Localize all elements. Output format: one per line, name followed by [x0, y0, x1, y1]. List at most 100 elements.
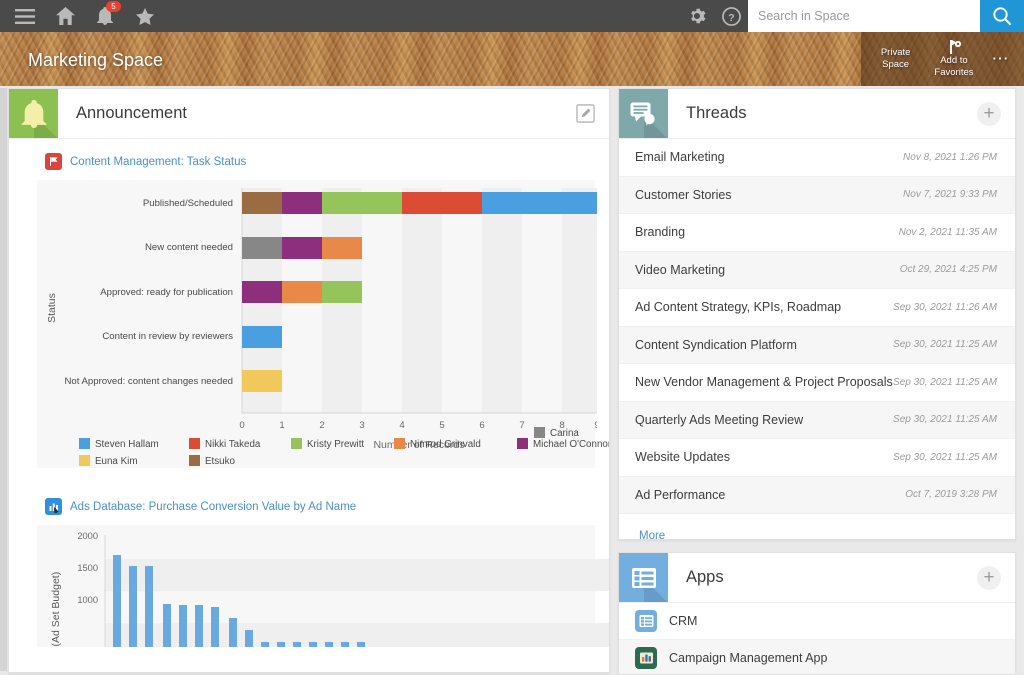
bar-not-approved	[242, 370, 282, 392]
add-to-favorites-icon	[934, 40, 973, 54]
announcement-body: Content Management: Task Status	[9, 139, 609, 647]
thread-date: Nov 2, 2021 11:35 AM	[899, 227, 997, 238]
apps-list-grid-icon	[619, 553, 668, 602]
more-options-ellipsis-icon[interactable]: ⋯	[986, 49, 1024, 69]
svg-text:Carina: Carina	[550, 428, 579, 439]
thread-date: Sep 30, 2021 11:25 AM	[893, 377, 997, 388]
thread-row[interactable]: Branding Nov 2, 2021 11:35 AM	[619, 214, 1015, 252]
notifications-badge: 5	[106, 1, 121, 12]
chart1-legend: Steven Hallam Nikki Takeda Kristy Prewit…	[79, 435, 610, 473]
space-dashboard: 5 ?	[0, 0, 1024, 671]
svg-text:Nimrod Grinvald: Nimrod Grinvald	[410, 439, 481, 450]
bar-published-scheduled	[242, 192, 597, 214]
search-input[interactable]	[748, 0, 980, 32]
settings-gear-icon[interactable]	[680, 0, 714, 32]
thread-row[interactable]: Website Updates Sep 30, 2021 11:25 AM	[619, 439, 1015, 477]
svg-text:1: 1	[279, 420, 284, 431]
thread-name: Ad Performance	[635, 488, 725, 502]
report-link-row-2[interactable]: Ads Database: Purchase Conversion Value …	[9, 468, 609, 525]
svg-text:7: 7	[519, 420, 524, 431]
thread-date: Sep 30, 2021 11:26 AM	[893, 302, 997, 313]
plus-icon: +	[977, 102, 1001, 126]
notifications-bell-icon[interactable]: 5	[94, 5, 116, 27]
threads-more-row: More	[619, 514, 1015, 556]
bar-approved-ready	[242, 281, 362, 303]
svg-text:1000: 1000	[77, 595, 98, 605]
apps-add-button[interactable]: +	[977, 566, 1001, 590]
svg-text:Approved: ready for publicatio: Approved: ready for publication	[100, 287, 233, 298]
announcement-bell-icon	[9, 89, 58, 138]
chart1-legend-carina: Carina	[534, 425, 586, 441]
svg-text:1500: 1500	[77, 563, 98, 573]
threads-more-link[interactable]: More	[639, 530, 665, 542]
chart-cursor-icon	[45, 498, 62, 515]
announcement-card: Announcement Content Manage	[8, 88, 610, 673]
right-column: Threads + Email Marketing Nov 8, 2021 1:…	[618, 88, 1016, 671]
purchase-conversion-chart: 2000 1500 1000 ge(Ad Set Budget)	[37, 525, 595, 647]
thread-row[interactable]: Ad Content Strategy, KPIs, Roadmap Sep 3…	[619, 289, 1015, 327]
space-banner: Marketing Space Private Space Add to Fav…	[0, 32, 1024, 86]
svg-text:New content needed: New content needed	[145, 242, 233, 253]
bar-content-in-review	[242, 326, 282, 348]
thread-date: Sep 30, 2021 11:25 AM	[893, 452, 997, 463]
threads-add-button[interactable]: +	[977, 102, 1001, 126]
svg-text:5: 5	[439, 420, 444, 431]
thread-row[interactable]: New Vendor Management & Project Proposal…	[619, 364, 1015, 402]
svg-text:Euna Kim: Euna Kim	[95, 456, 137, 467]
top-nav-right-group: ?	[680, 0, 1024, 32]
home-icon[interactable]	[54, 5, 76, 27]
report-link-1[interactable]: Content Management: Task Status	[70, 156, 246, 168]
banner-actions: Private Space Add to Favorites ⋯	[861, 32, 1024, 86]
thread-date: Oct 7, 2019 3:28 PM	[905, 489, 997, 500]
chart2-band-1	[105, 559, 610, 591]
edit-pencil-icon	[576, 104, 595, 123]
add-to-favorites-line1: Add to	[940, 55, 967, 66]
left-column: Announcement Content Manage	[8, 88, 610, 671]
private-space-indicator[interactable]: Private Space	[869, 47, 923, 71]
threads-header: Threads +	[619, 89, 1015, 139]
bar-new-content-needed	[242, 237, 362, 259]
thread-name: Email Marketing	[635, 150, 725, 164]
app-list-item-campaign[interactable]: Campaign Management App	[619, 640, 1015, 675]
plus-icon: +	[977, 566, 1001, 590]
thread-name: Quarterly Ads Meeting Review	[635, 413, 803, 427]
svg-text:Published/Scheduled: Published/Scheduled	[143, 198, 233, 209]
hamburger-menu-icon[interactable]	[14, 5, 36, 27]
thread-row[interactable]: Quarterly Ads Meeting Review Sep 30, 202…	[619, 402, 1015, 440]
thread-name: Branding	[635, 225, 685, 239]
svg-text:?: ?	[728, 12, 734, 23]
thread-row[interactable]: Ad Performance Oct 7, 2019 3:28 PM	[619, 477, 1015, 515]
svg-text:4: 4	[399, 420, 405, 431]
report-link-row-1[interactable]: Content Management: Task Status	[9, 139, 609, 180]
task-status-chart: Status Published/Scheduled New content n…	[37, 180, 595, 468]
thread-row[interactable]: Content Syndication Platform Sep 30, 202…	[619, 327, 1015, 365]
thread-row[interactable]: Customer Stories Nov 7, 2021 9:33 PM	[619, 177, 1015, 215]
private-space-line1: Private	[881, 47, 911, 58]
threads-list: Email Marketing Nov 8, 2021 1:26 PM Cust…	[619, 139, 1015, 514]
thread-name: Ad Content Strategy, KPIs, Roadmap	[635, 300, 841, 314]
favorites-star-icon[interactable]	[134, 5, 156, 27]
thread-date: Sep 30, 2021 11:25 AM	[893, 339, 997, 350]
purchase-conversion-chart-svg: 2000 1500 1000 ge(Ad Set Budget)	[37, 525, 610, 647]
announcement-edit-button[interactable]	[576, 104, 595, 123]
thread-row[interactable]: Email Marketing Nov 8, 2021 1:26 PM	[619, 139, 1015, 177]
top-nav-icon-group: 5	[0, 5, 156, 27]
svg-text:Nikki Takeda: Nikki Takeda	[205, 439, 261, 450]
add-to-favorites-line2: Favorites	[934, 67, 973, 78]
flag-icon	[45, 153, 62, 170]
announcement-title: Announcement	[58, 104, 187, 123]
thread-date: Nov 8, 2021 1:26 PM	[903, 152, 997, 163]
thread-row[interactable]: Video Marketing Oct 29, 2021 4:25 PM	[619, 252, 1015, 290]
threads-speech-bubbles-icon	[619, 89, 668, 138]
thread-name: Content Syndication Platform	[635, 338, 797, 352]
private-space-line2: Space	[882, 59, 909, 70]
app-list-item-crm[interactable]: CRM	[619, 603, 1015, 640]
report-link-2[interactable]: Ads Database: Purchase Conversion Value …	[70, 501, 356, 513]
threads-title: Threads	[668, 104, 747, 123]
search-submit-button[interactable]	[980, 0, 1024, 32]
add-to-favorites-button[interactable]: Add to Favorites	[922, 40, 985, 79]
help-icon[interactable]: ?	[714, 0, 748, 32]
list-grid-icon	[635, 610, 657, 632]
svg-text:0: 0	[239, 420, 244, 431]
apps-card: Apps +	[618, 552, 1016, 675]
